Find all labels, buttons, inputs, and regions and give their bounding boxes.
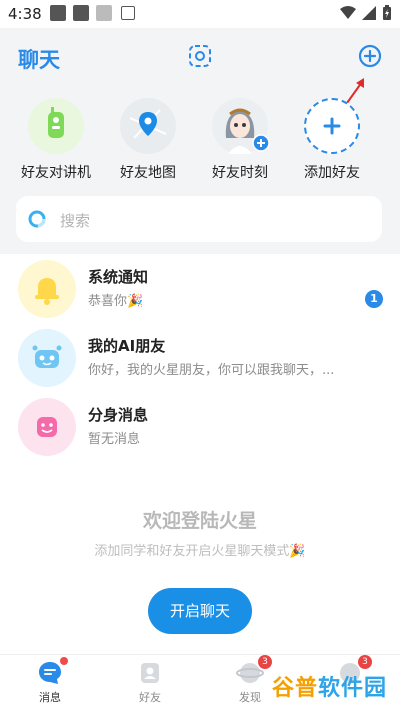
quick-action-moments[interactable]: 好友时刻 [194,98,286,182]
welcome-subtitle: 添加同学和好友开启火星聊天模式🎉 [94,544,306,559]
welcome-title: 欢迎登陆火星 [142,510,257,532]
quick-actions: 好友对讲机 好友地图 好友时刻 添加好友 [0,98,400,188]
status-icons [340,5,392,21]
quick-action-map[interactable]: 好友地图 [102,98,194,182]
add-circle-icon[interactable] [358,44,382,68]
nav-label: 消息 [39,691,61,704]
nav-messages[interactable]: 消息 [20,657,80,705]
signal-icon [362,6,376,20]
bell-icon [18,260,76,318]
notification-dot [60,657,68,665]
chat-preview: 恭喜你🎉 [88,294,144,309]
status-time: 4:38 [8,5,42,23]
robot-icon [18,329,76,387]
chat-preview: 暂无消息 [88,432,141,447]
search-icon [28,210,46,228]
quick-action-walkie-talkie[interactable]: 好友对讲机 [10,98,102,182]
smiley-icon [18,398,76,456]
nav-label: 发现 [239,691,261,704]
notification-icon [50,5,66,21]
chat-name: 我的AI朋友 [88,337,166,355]
quick-action-label: 添加好友 [304,165,360,181]
avatar-moment-icon [212,98,270,154]
map-pin-icon [120,98,176,154]
chat-item-ai-friend[interactable]: 我的AI朋友 你好，我的火星朋友，你可以跟我聊天，... [0,329,400,397]
chat-name: 系统通知 [88,268,149,286]
quick-action-add-friend[interactable]: 添加好友 [286,98,378,182]
friends-icon [136,659,164,687]
notification-icon [96,5,112,21]
quick-action-label: 好友对讲机 [21,165,91,181]
watermark: 谷普软件园 [272,670,387,702]
watermark-part2: 软件园 [318,676,388,701]
watermark-part1: 谷普 [272,676,319,701]
chat-bubble-icon [36,657,68,687]
scan-icon[interactable] [188,44,212,68]
status-bar: 4:38 [0,0,400,28]
chat-name: 分身消息 [88,406,149,424]
plus-icon [304,98,360,154]
chat-item-alias[interactable]: 分身消息 暂无消息 [0,398,400,466]
page-title: 聊天 [18,48,60,72]
wifi-icon [340,6,356,19]
planet-icon: 3 [236,655,272,687]
notification-count: 3 [358,655,372,669]
chat-item-system[interactable]: 系统通知 恭喜你🎉 1 [0,260,400,328]
chat-preview: 你好，我的火星朋友，你可以跟我聊天，... [88,363,335,378]
notification-icon [73,5,89,21]
nav-discover[interactable]: 3 发现 [220,655,280,705]
walkie-talkie-icon [28,98,84,154]
nav-friends[interactable]: 好友 [120,659,180,705]
notification-icon [121,6,135,20]
nav-label: 好友 [139,691,161,704]
search-input[interactable]: 搜索 [16,196,382,242]
search-placeholder: 搜索 [60,212,91,230]
battery-icon [383,5,391,20]
notification-count: 3 [258,655,272,669]
quick-action-label: 好友地图 [120,165,176,181]
start-chat-button[interactable]: 开启聊天 [148,588,252,634]
quick-action-label: 好友时刻 [212,165,268,181]
unread-badge: 1 [365,290,383,308]
